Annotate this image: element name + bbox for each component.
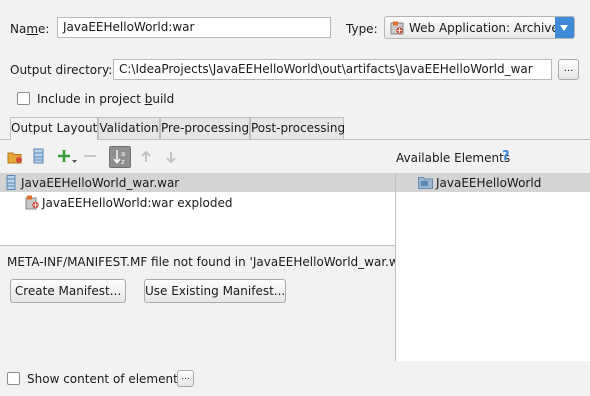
module-folder-icon	[418, 176, 433, 189]
layout-toolbar: az	[0, 141, 395, 173]
available-item-label: JavaEEHelloWorld	[436, 176, 542, 190]
name-field[interactable]: JavaEEHelloWorld:war	[57, 17, 331, 38]
tree-message-divider	[0, 245, 395, 246]
svg-text:a: a	[121, 150, 125, 158]
tree-root-label: JavaEEHelloWorld_war.war	[21, 176, 180, 190]
available-item-row[interactable]: JavaEEHelloWorld	[396, 173, 590, 192]
move-down-icon[interactable]	[165, 151, 177, 164]
include-build-label: Include in project build	[37, 92, 175, 106]
add-copy-icon[interactable]	[57, 147, 77, 165]
available-elements-tree: JavaEEHelloWorld	[396, 173, 590, 361]
war-archive-icon	[6, 175, 16, 190]
tab-output-layout[interactable]: Output Layout	[10, 117, 98, 140]
tab-validation[interactable]: Validation	[98, 117, 160, 139]
move-up-icon[interactable]	[140, 150, 152, 163]
output-dir-label: Output directory:	[10, 63, 113, 77]
create-manifest-button[interactable]: Create Manifest...	[10, 279, 126, 303]
svg-text:z: z	[121, 158, 125, 166]
browse-button[interactable]: ...	[558, 59, 579, 80]
tab-pre-processing[interactable]: Pre-processing	[160, 117, 250, 139]
show-content-label: Show content of elements	[27, 372, 185, 386]
type-value: Web Application: Archive	[409, 21, 559, 35]
manifest-message: META-INF/MANIFEST.MF file not found in '…	[7, 255, 415, 269]
chevron-down-icon[interactable]	[555, 17, 574, 38]
remove-icon[interactable]	[84, 155, 96, 157]
tree-row-root[interactable]: JavaEEHelloWorld_war.war	[0, 173, 395, 192]
tab-post-processing[interactable]: Post-processing	[250, 117, 345, 139]
available-elements-title: Available Elements	[396, 151, 511, 165]
tree-child-label: JavaEEHelloWorld:war exploded	[42, 196, 233, 210]
help-icon[interactable]: ?	[502, 149, 510, 164]
panel-splitter[interactable]	[395, 173, 396, 361]
tree-row-child[interactable]: JavaEEHelloWorld:war exploded	[0, 193, 395, 212]
show-content-checkbox[interactable]	[7, 372, 20, 385]
create-archive-icon[interactable]	[32, 148, 46, 164]
show-content-options-button[interactable]: ...	[177, 370, 194, 387]
create-directory-icon[interactable]	[7, 149, 23, 165]
use-existing-manifest-button[interactable]: Use Existing Manifest...	[144, 279, 286, 303]
include-build-checkbox[interactable]	[17, 92, 30, 105]
type-dropdown[interactable]: Web Application: Archive	[384, 16, 575, 39]
exploded-archive-icon	[25, 195, 40, 210]
name-label: Name:	[10, 22, 50, 36]
web-archive-icon	[390, 21, 404, 35]
type-label: Type:	[346, 22, 378, 36]
output-dir-field[interactable]: C:\IdeaProjects\JavaEEHelloWorld\out\art…	[113, 59, 552, 80]
output-layout-tree: JavaEEHelloWorld_war.war JavaEEHelloWorl…	[0, 173, 395, 245]
sort-elements-icon[interactable]: az	[109, 146, 131, 168]
